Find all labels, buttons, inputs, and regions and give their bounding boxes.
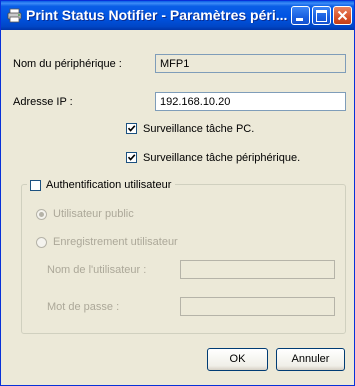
close-button[interactable] <box>333 6 352 25</box>
cancel-button[interactable]: Annuler <box>276 348 345 371</box>
username-input[interactable] <box>180 260 335 279</box>
ip-address-input[interactable]: 192.168.10.20 <box>155 92 346 111</box>
password-input[interactable] <box>180 297 335 316</box>
device-task-monitor-label: Surveillance tâche périphérique. <box>143 152 301 164</box>
settings-dialog: Print Status Notifier - Paramètres péri.… <box>0 0 355 386</box>
password-label: Mot de passe : <box>47 301 120 313</box>
public-user-radio[interactable] <box>36 209 47 220</box>
minimize-button[interactable] <box>291 6 310 25</box>
pc-task-monitor-label: Surveillance tâche PC. <box>143 123 255 135</box>
pc-task-monitor-checkbox[interactable] <box>126 123 137 134</box>
ok-button[interactable]: OK <box>207 348 268 371</box>
user-registration-radio[interactable] <box>36 237 47 248</box>
window-title: Print Status Notifier - Paramètres péri.… <box>26 7 288 23</box>
maximize-button[interactable] <box>312 6 331 25</box>
ip-address-label: Adresse IP : <box>13 96 73 108</box>
user-registration-label: Enregistrement utilisateur <box>53 236 178 248</box>
device-task-monitor-checkbox[interactable] <box>126 152 137 163</box>
device-name-label: Nom du périphérique : <box>13 58 122 70</box>
printer-app-icon <box>7 8 22 23</box>
close-icon <box>337 10 348 21</box>
title-bar[interactable]: Print Status Notifier - Paramètres péri.… <box>1 1 354 30</box>
public-user-label: Utilisateur public <box>53 208 134 220</box>
device-name-field: MFP1 <box>155 54 346 73</box>
user-auth-label: Authentification utilisateur <box>46 179 172 191</box>
username-label: Nom de l'utilisateur : <box>47 264 147 276</box>
user-auth-checkbox[interactable] <box>30 180 41 191</box>
